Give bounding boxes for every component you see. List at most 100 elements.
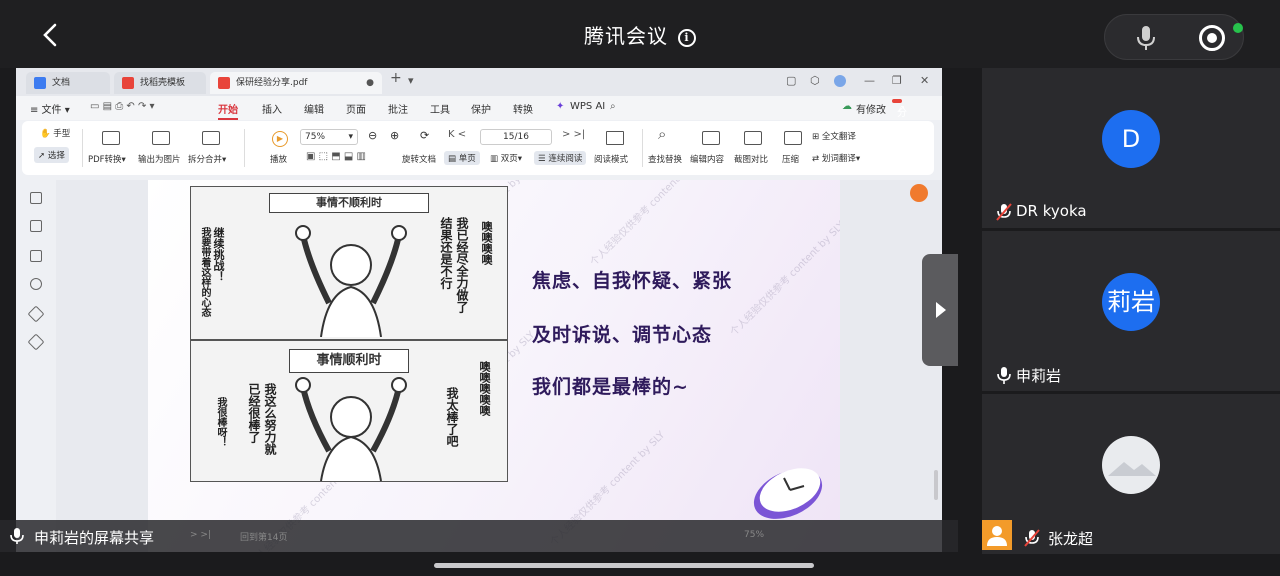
zoom-select[interactable]: 75% ▾ bbox=[300, 129, 358, 145]
quick-actions-icons[interactable]: ▭ ▤ ⎙ ↶ ↷ ▾ bbox=[90, 101, 155, 112]
word-translate-button[interactable]: ⇄ 划词翻译▾ bbox=[812, 152, 860, 164]
hand-icon: ✋ bbox=[40, 129, 51, 139]
modified-status[interactable]: 有修改 bbox=[856, 101, 886, 116]
menu-item-edit[interactable]: 编辑 bbox=[304, 101, 324, 116]
layers-icon[interactable] bbox=[27, 333, 45, 351]
menu-item-page[interactable]: 页面 bbox=[346, 101, 366, 116]
info-icon[interactable]: i bbox=[678, 29, 696, 47]
scrollbar-thumb[interactable] bbox=[934, 470, 938, 500]
collapse-panel-handle[interactable] bbox=[922, 254, 958, 366]
zoom-in-icon[interactable]: ⊕ bbox=[390, 129, 399, 142]
play-button[interactable]: 播放 bbox=[270, 153, 287, 165]
pdf-convert-button[interactable]: PDF转换▾ bbox=[88, 153, 126, 165]
comic-text: 已经很棒了 bbox=[247, 383, 261, 443]
read-mode-button[interactable]: 阅读模式 bbox=[594, 153, 628, 165]
select-tool[interactable]: ➚ 选择 bbox=[34, 147, 69, 163]
view-tool-icons[interactable]: ▣ ⬚ ⬒ ⬓ ▥ bbox=[306, 151, 366, 162]
double-page-icon: ▥ bbox=[490, 154, 499, 164]
tab-pdf-active[interactable]: 保研经验分享.pdf ● bbox=[210, 72, 382, 94]
split-merge-button[interactable]: 拆分合并▾ bbox=[188, 153, 226, 165]
home-indicator[interactable] bbox=[434, 563, 814, 568]
double-page-button[interactable]: ▥ 双页▾ bbox=[490, 152, 522, 164]
minimize-icon[interactable]: — bbox=[864, 74, 875, 87]
user-avatar-icon[interactable] bbox=[834, 75, 846, 87]
read-mode-icon bbox=[606, 131, 624, 145]
next-last-page-icons[interactable]: > >| bbox=[562, 129, 585, 140]
return-page-text: 回到第14页 bbox=[240, 533, 288, 543]
menu-item-insert[interactable]: 插入 bbox=[262, 101, 282, 116]
comic-text: 噢噢噢噢噢 bbox=[478, 361, 491, 416]
attachment-icon[interactable] bbox=[30, 278, 42, 290]
pen-icon[interactable] bbox=[27, 305, 45, 323]
comic-divider bbox=[191, 339, 507, 341]
search-icon[interactable]: ⌕ bbox=[610, 101, 616, 112]
comic-text: 我这么努力就 bbox=[263, 383, 277, 455]
participant-tile[interactable]: D DR kyoka bbox=[982, 68, 1280, 228]
participant-name: 张龙超 bbox=[1048, 530, 1094, 548]
pdf-slide: 个人经验仅供参考 content by SLY 个人经验仅供参考 content… bbox=[148, 180, 840, 552]
menu-item-tools[interactable]: 工具 bbox=[430, 101, 450, 116]
new-tab-icon[interactable]: + bbox=[390, 70, 402, 86]
tab-template[interactable]: 找稻壳模板 bbox=[114, 72, 206, 94]
rotate-document-button[interactable]: 旋转文档 bbox=[402, 153, 436, 165]
chevron-right-icon bbox=[936, 302, 946, 318]
tab-docs[interactable]: 文档 bbox=[26, 72, 110, 94]
participant-tile[interactable]: 张龙超 bbox=[982, 394, 1280, 554]
happy-figure-drawing bbox=[295, 377, 407, 481]
recording-status-dot bbox=[1233, 23, 1243, 33]
screenshot-compare-button[interactable]: 截图对比 bbox=[734, 153, 768, 165]
first-prev-page-icons[interactable]: K < bbox=[448, 129, 466, 140]
close-icon[interactable]: ✕ bbox=[920, 74, 929, 87]
slide-line-3: 我们都是最棒的~ bbox=[532, 376, 689, 398]
record-icon[interactable] bbox=[1199, 25, 1225, 51]
menu-item-protect[interactable]: 保护 bbox=[471, 101, 491, 116]
full-translate-button[interactable]: ⊞ 全文翻译 bbox=[812, 130, 856, 142]
microphone-icon[interactable] bbox=[1135, 25, 1157, 51]
controls-pill bbox=[1104, 14, 1244, 60]
wps-ai-button[interactable]: WPS AI bbox=[570, 101, 605, 112]
window-mode-icon[interactable]: ▢ bbox=[786, 74, 796, 87]
tab-list-icon[interactable]: ▾ bbox=[408, 74, 414, 87]
user-avatar-icon bbox=[982, 520, 1012, 550]
restore-icon[interactable]: ❐ bbox=[892, 74, 902, 87]
compress-button[interactable]: 压缩 bbox=[782, 153, 799, 165]
screen-share-label: 申莉岩的屏幕共享 bbox=[34, 529, 155, 547]
menu-item-annotate[interactable]: 批注 bbox=[388, 101, 408, 116]
thumbnail-icon[interactable] bbox=[30, 220, 42, 232]
cube-icon[interactable]: ⬡ bbox=[810, 74, 820, 87]
clock-icon bbox=[753, 468, 823, 519]
split-merge-icon bbox=[202, 131, 220, 145]
file-menu[interactable]: ≡ 文件 ▾ bbox=[30, 101, 70, 116]
page-number-input[interactable]: 15/16 bbox=[480, 129, 552, 145]
pdf-convert-icon bbox=[102, 131, 120, 145]
watermark: 个人经验仅供参考 content by SLY bbox=[588, 180, 708, 269]
single-page-button[interactable]: ▤ 单页 bbox=[444, 151, 480, 165]
comment-icon[interactable] bbox=[30, 250, 42, 262]
app-title: 腾讯会议 bbox=[584, 24, 668, 48]
rotate-icon[interactable]: ⟳ bbox=[420, 129, 429, 142]
edit-content-icon bbox=[702, 131, 720, 145]
share-button[interactable]: ↗分享 bbox=[892, 99, 907, 134]
export-image-button[interactable]: 输出为图片 bbox=[138, 153, 181, 165]
comic-text: 我太棒了吧 bbox=[445, 387, 459, 447]
continuous-read-button[interactable]: ☰ 连续阅读 bbox=[534, 151, 587, 165]
template-icon bbox=[122, 77, 134, 89]
left-tool-rail bbox=[16, 180, 56, 552]
menu-item-start[interactable]: 开始 bbox=[218, 101, 238, 120]
comic-caption-bottom: 事情顺利时 bbox=[289, 349, 409, 373]
find-replace-button[interactable]: 查找替换 bbox=[648, 153, 682, 165]
edit-content-button[interactable]: 编辑内容 bbox=[690, 153, 724, 165]
avatar: D bbox=[1102, 110, 1160, 168]
divider bbox=[244, 129, 245, 167]
bookmark-icon[interactable] bbox=[30, 192, 42, 204]
hand-tool[interactable]: ✋ 手型 bbox=[40, 127, 70, 139]
participant-tile[interactable]: 莉岩 申莉岩 bbox=[982, 231, 1280, 391]
cursor-icon: ➚ bbox=[38, 151, 46, 161]
divider bbox=[642, 129, 643, 167]
zoom-out-icon[interactable]: ⊖ bbox=[368, 129, 377, 142]
menu-item-convert[interactable]: 转换 bbox=[513, 101, 533, 116]
assistant-badge-icon[interactable] bbox=[910, 184, 928, 202]
compress-icon bbox=[784, 131, 802, 145]
export-image-icon bbox=[152, 131, 170, 145]
comic-text: 我要带着这样的心态 bbox=[199, 227, 210, 317]
